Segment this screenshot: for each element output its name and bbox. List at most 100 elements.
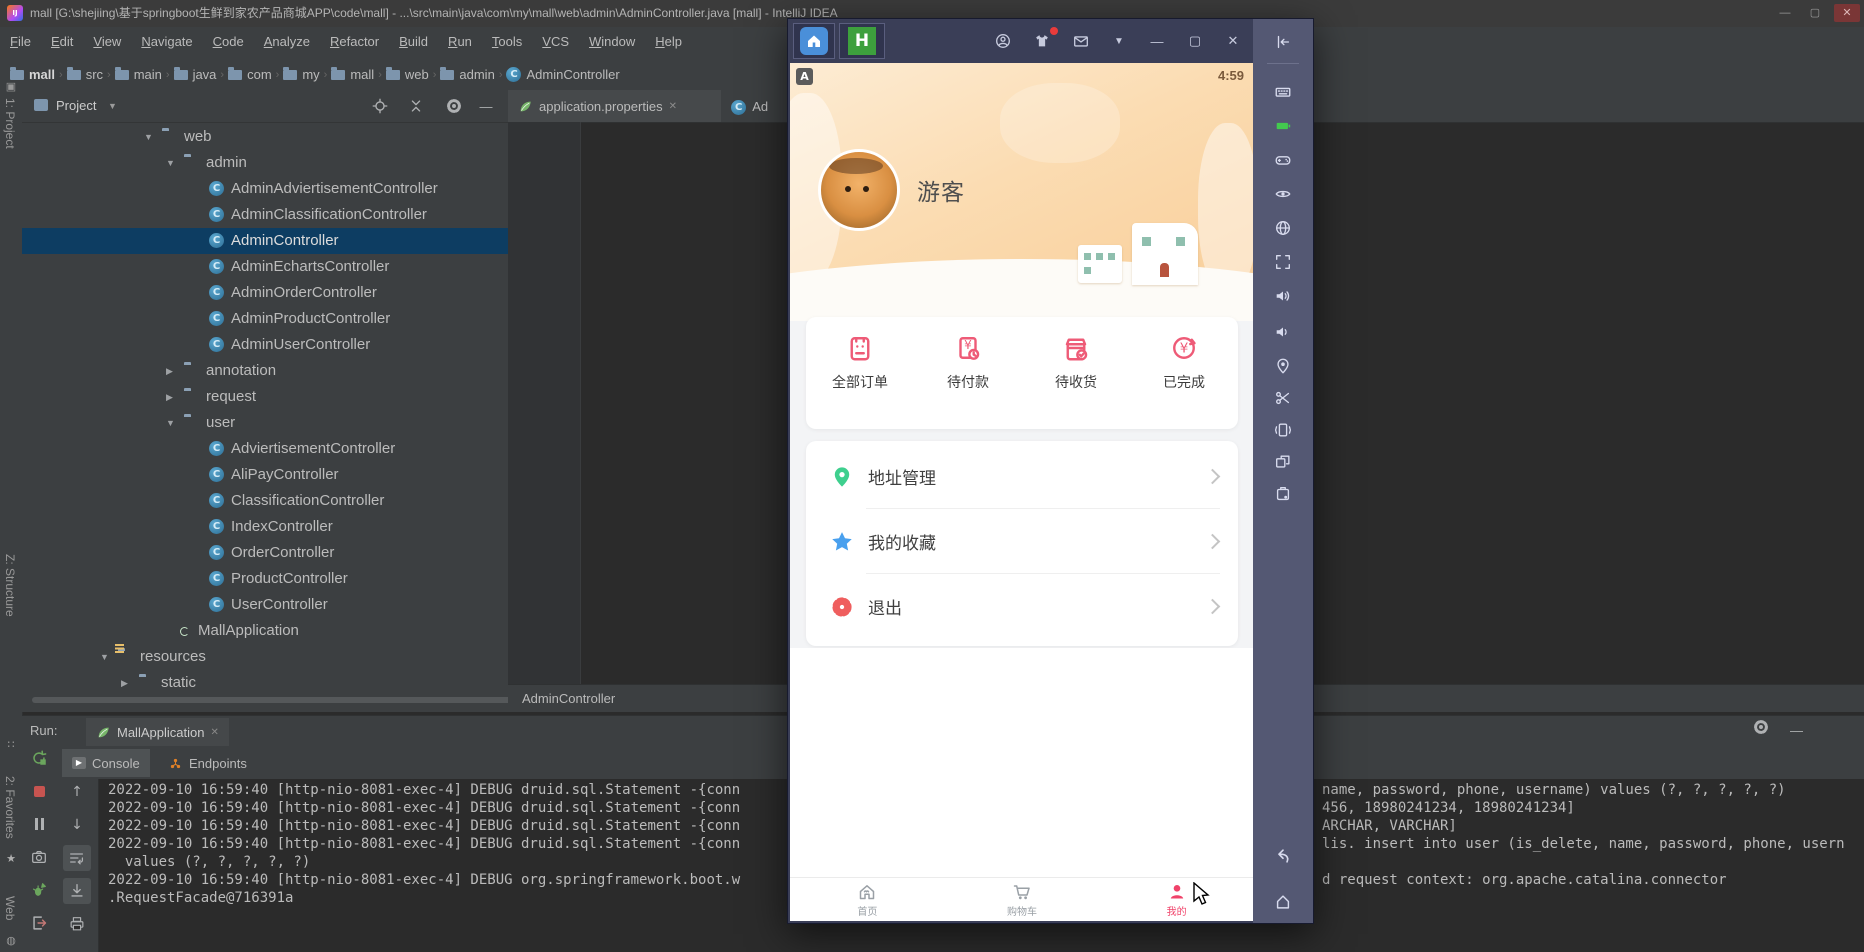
expanded-arrow-icon[interactable]: ▼ [144, 124, 153, 150]
breadcrumb-item[interactable]: web [386, 58, 429, 91]
menu-tools[interactable]: Tools [482, 27, 532, 57]
stripe-structure-label[interactable]: Z: Structure [3, 554, 17, 617]
up-button[interactable]: ↑ [63, 779, 91, 805]
breadcrumb-item[interactable]: mall [331, 58, 374, 91]
back-icon[interactable] [1272, 845, 1294, 867]
mail-icon[interactable] [1070, 30, 1092, 52]
emulator-minimize-button[interactable]: — [1146, 30, 1168, 52]
camera-button[interactable] [25, 844, 53, 870]
menu-down-icon[interactable]: ▼ [1108, 30, 1130, 52]
tree-item-static[interactable]: ▶static [22, 670, 508, 696]
breadcrumb-item[interactable]: java [174, 58, 217, 91]
restart-debug-button[interactable] [25, 877, 53, 903]
expanded-arrow-icon[interactable]: ▼ [100, 644, 109, 670]
hide-panel-button[interactable]: — [474, 94, 498, 118]
menu-edit[interactable]: Edit [41, 27, 83, 57]
collapse-icon[interactable] [1272, 31, 1294, 53]
tree-item-resources[interactable]: ▼resources [22, 644, 508, 670]
menu-code[interactable]: Code [203, 27, 254, 57]
app-tab-购物车[interactable]: 购物车 [945, 878, 1100, 921]
emulator-maximize-button[interactable]: ▢ [1184, 30, 1206, 52]
menu-file[interactable]: File [0, 27, 41, 57]
tree-item-web[interactable]: ▼web [22, 124, 508, 150]
breadcrumb-item[interactable]: CAdminController [506, 58, 619, 91]
tree-item-AdminOrderController[interactable]: CAdminOrderController [22, 280, 508, 306]
gamepad-icon[interactable] [1272, 149, 1294, 171]
pause-button[interactable] [25, 811, 53, 837]
tree-item-IndexController[interactable]: CIndexController [22, 514, 508, 540]
view-tab-console[interactable]: ▶Console [62, 749, 150, 777]
location-icon[interactable] [1272, 355, 1294, 377]
soft-wrap-button[interactable] [63, 845, 91, 871]
avatar[interactable] [818, 149, 900, 231]
stripe-web-label[interactable]: Web [3, 896, 17, 920]
eye-icon[interactable] [1272, 183, 1294, 205]
tree-item-AdminEchartsController[interactable]: CAdminEchartsController [22, 254, 508, 280]
keyboard-icon[interactable] [1272, 81, 1294, 103]
menu-row-我的收藏[interactable]: 我的收藏 [806, 509, 1238, 574]
volume-down-icon[interactable] [1272, 321, 1294, 343]
scissors-icon[interactable] [1272, 387, 1294, 409]
expanded-arrow-icon[interactable]: ▼ [166, 410, 175, 436]
breadcrumb-item[interactable]: com [228, 58, 272, 91]
order-entry-全部订单[interactable]: 全部订单 [806, 317, 914, 429]
collapse-all-button[interactable] [404, 94, 428, 118]
fullscreen-icon[interactable] [1272, 251, 1294, 273]
editor-tab-application.properties[interactable]: application.properties✕ [508, 90, 721, 122]
view-tab-endpoints[interactable]: Endpoints [158, 749, 257, 777]
expanded-arrow-icon[interactable]: ▼ [166, 150, 175, 176]
breadcrumb-item[interactable]: main [115, 58, 162, 91]
windows-icon[interactable] [1272, 451, 1294, 473]
chevron-down-icon[interactable]: ▼ [108, 90, 117, 122]
browser-icon[interactable] [1272, 217, 1294, 239]
menu-row-地址管理[interactable]: 地址管理 [806, 444, 1238, 509]
emulator-home-tab[interactable] [793, 23, 835, 59]
tree-item-AdminController[interactable]: CAdminController [22, 228, 508, 254]
tree-item-OrderController[interactable]: COrderController [22, 540, 508, 566]
order-entry-待收货[interactable]: 待收货 [1022, 317, 1130, 429]
breadcrumb-item[interactable]: my [283, 58, 319, 91]
window-maximize-button[interactable]: ▢ [1802, 4, 1828, 22]
menu-navigate[interactable]: Navigate [131, 27, 202, 57]
tree-item-AdminAdviertisementController[interactable]: CAdminAdviertisementController [22, 176, 508, 202]
close-icon[interactable]: ✕ [210, 727, 218, 738]
editor-tab-Ad[interactable]: CAd [721, 90, 782, 122]
account-icon[interactable] [992, 30, 1014, 52]
hide-run-panel-button[interactable]: — [1790, 716, 1803, 746]
tree-item-admin[interactable]: ▼admin [22, 150, 508, 176]
tree-item-user[interactable]: ▼user [22, 410, 508, 436]
emulator-close-button[interactable]: ✕ [1222, 30, 1244, 52]
battery-icon[interactable] [1272, 115, 1294, 137]
tree-item-AdminClassificationController[interactable]: CAdminClassificationController [22, 202, 508, 228]
collapsed-arrow-icon[interactable]: ▶ [166, 384, 173, 410]
print-button[interactable] [63, 911, 91, 937]
panel-settings-button[interactable] [442, 94, 466, 118]
locate-file-button[interactable] [368, 94, 392, 118]
menu-vcs[interactable]: VCS [532, 27, 579, 57]
run-panel-settings-button[interactable] [1752, 718, 1770, 736]
window-close-button[interactable]: ✕ [1834, 4, 1860, 22]
order-entry-待付款[interactable]: ¥ 待付款 [914, 317, 1022, 429]
project-panel-title[interactable]: Project [56, 90, 96, 122]
scroll-end-button[interactable] [63, 878, 91, 904]
order-entry-已完成[interactable]: ¥ 已完成 [1130, 317, 1238, 429]
collapsed-arrow-icon[interactable]: ▶ [121, 670, 128, 696]
exit-button[interactable] [25, 910, 53, 936]
app-tab-首页[interactable]: 首页 [790, 878, 945, 921]
menu-row-退出[interactable]: 退出 [806, 574, 1238, 639]
menu-view[interactable]: View [83, 27, 131, 57]
tree-item-UserController[interactable]: CUserController [22, 592, 508, 618]
window-minimize-button[interactable]: — [1772, 4, 1798, 22]
tree-item-MallApplication[interactable]: MallApplication [22, 618, 508, 644]
down-button[interactable]: ↓ [63, 812, 91, 838]
menu-window[interactable]: Window [579, 27, 645, 57]
close-icon[interactable]: ✕ [669, 101, 677, 112]
menu-analyze[interactable]: Analyze [254, 27, 320, 57]
volume-up-icon[interactable] [1272, 285, 1294, 307]
app-tab-我的[interactable]: 我的 [1099, 878, 1254, 921]
emulator-app-tab[interactable]: H [839, 23, 885, 59]
rerun-button[interactable] [25, 745, 53, 771]
wardrobe-icon[interactable] [1031, 30, 1053, 52]
menu-build[interactable]: Build [389, 27, 438, 57]
breadcrumb-item[interactable]: src [67, 58, 103, 91]
